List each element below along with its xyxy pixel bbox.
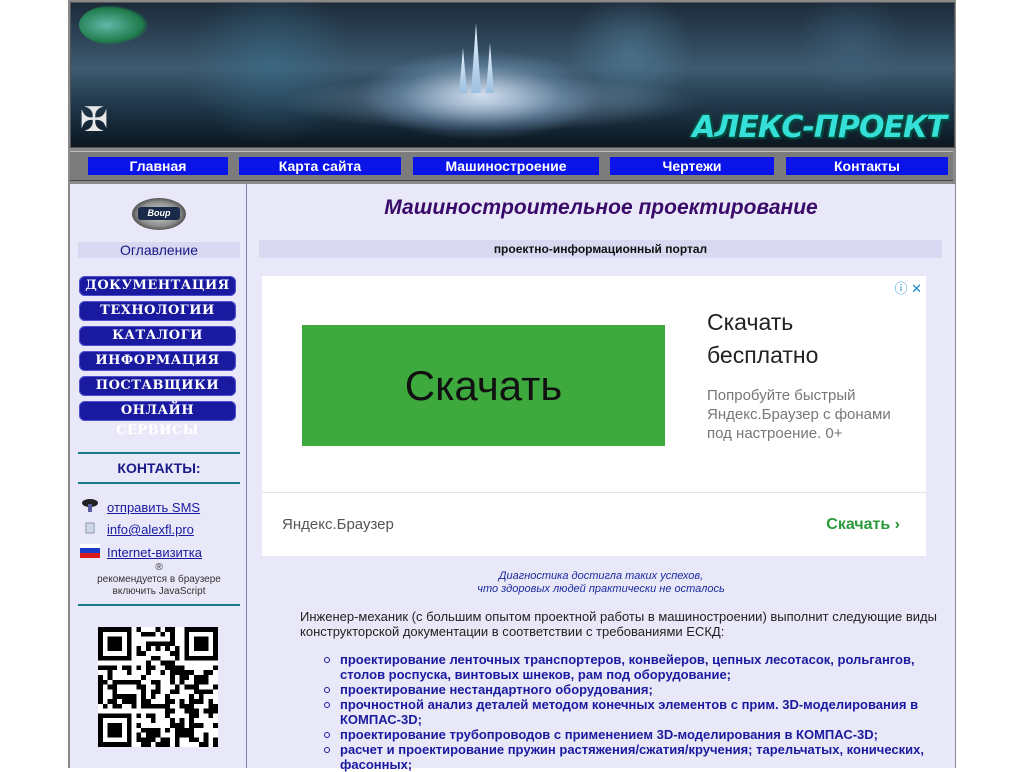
ad-body-text: Попробуйте быстрый Яндекс.Браузер с фона…: [707, 387, 891, 442]
service-item: прочностной анализ деталей методом конеч…: [317, 697, 937, 727]
quote: Диагностика достигла таких успехов, что …: [247, 570, 955, 596]
knot-symbol-icon: ✠: [79, 101, 109, 139]
bird-image: [79, 5, 149, 45]
contacts-heading: КОНТАКТЫ:: [117, 460, 201, 476]
main-content: Машиностроительное проектирование проект…: [247, 184, 955, 772]
menu-online-services[interactable]: ОНЛАЙН СЕРВИСЫ: [79, 401, 236, 438]
ad-cta-link[interactable]: Скачать ›: [826, 516, 900, 534]
intro-text: Инженер-механик (с большим опытом проект…: [300, 609, 937, 639]
ad-divider: [262, 492, 926, 493]
page-title: Машиностроительное проектирование: [384, 196, 818, 219]
service-item: проектирование трубопроводов с применени…: [317, 727, 937, 742]
toc-heading: Оглавление: [78, 242, 240, 258]
services-list: проектирование ленточных транспортеров, …: [317, 652, 937, 772]
send-sms-link[interactable]: отправить SMS: [107, 500, 200, 515]
registered-mark: ®: [155, 562, 163, 573]
nav-home[interactable]: Главная: [88, 157, 228, 175]
page-subtitle: проектно-информационный портал: [259, 240, 942, 258]
castle-tower-image: [471, 23, 481, 93]
email-icon: [85, 522, 95, 534]
menu-information[interactable]: ИНФОРМАЦИЯ: [79, 351, 236, 371]
top-navigation: Главная Карта сайта Машиностроение Черте…: [70, 151, 953, 181]
voir-logo-text: Воир: [138, 207, 180, 220]
ad-download-button[interactable]: Скачать: [302, 325, 665, 446]
divider: [78, 452, 240, 454]
sidebar: Воир Оглавление ДОКУМЕНТАЦИЯ ТЕХНОЛОГИИ …: [70, 184, 247, 768]
email-link[interactable]: info@alexfl.pro: [107, 522, 194, 537]
ad-headline: Скачать бесплатно: [707, 309, 819, 368]
castle-tower-image: [486, 43, 494, 93]
ad-choices-icon[interactable]: ⓘ ✕: [894, 278, 922, 297]
nav-contacts[interactable]: Контакты: [786, 157, 948, 175]
castle-tower-image: [459, 48, 467, 93]
qr-code: [98, 627, 218, 747]
ad-brand-name: Яндекс.Браузер: [282, 516, 394, 533]
menu-suppliers[interactable]: ПОСТАВЩИКИ: [79, 376, 236, 396]
nav-drawings[interactable]: Чертежи: [610, 157, 774, 175]
service-item: проектирование ленточных транспортеров, …: [317, 652, 937, 682]
menu-technologies[interactable]: ТЕХНОЛОГИИ: [79, 301, 236, 321]
flag-icon: [80, 544, 100, 558]
internet-card-link[interactable]: Internet-визитка: [107, 545, 202, 560]
content-area: Воир Оглавление ДОКУМЕНТАЦИЯ ТЕХНОЛОГИИ …: [70, 184, 955, 772]
voir-logo: Воир: [132, 198, 186, 230]
javascript-note: рекомендуется в браузере включить JavaSc…: [97, 574, 221, 597]
site-logo[interactable]: АЛЕКС-ПРОЕКТ: [692, 110, 947, 145]
site-banner: ✠ АЛЕКС-ПРОЕКТ: [70, 2, 955, 148]
divider: [78, 482, 240, 484]
phone-icon: [82, 499, 98, 512]
service-item: проектирование нестандартного оборудован…: [317, 682, 937, 697]
divider: [78, 604, 240, 606]
nav-mechanical[interactable]: Машиностроение: [413, 157, 599, 175]
quote-line: что здоровых людей практически не остало…: [477, 583, 725, 595]
menu-catalogs[interactable]: КАТАЛОГИ: [79, 326, 236, 346]
nav-sitemap[interactable]: Карта сайта: [239, 157, 401, 175]
advertisement[interactable]: ⓘ ✕ Скачать Скачать бесплатно Попробуйте…: [262, 276, 926, 556]
menu-documentation[interactable]: ДОКУМЕНТАЦИЯ: [79, 276, 236, 296]
quote-line: Диагностика достигла таких успехов,: [498, 570, 704, 582]
